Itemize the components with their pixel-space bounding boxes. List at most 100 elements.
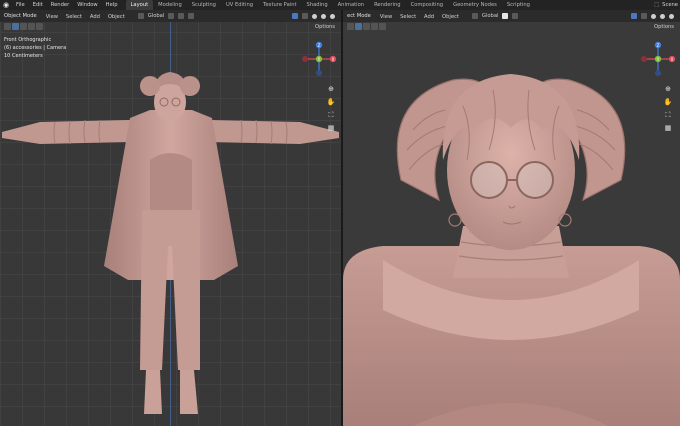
tab-layout[interactable]: Layout: [125, 0, 154, 10]
transform-orientation-icon[interactable]: [137, 13, 144, 19]
viewport-left[interactable]: Object Mode View Select Add Object Globa…: [0, 10, 341, 426]
zoom-icon[interactable]: ⊕: [663, 84, 673, 94]
tab-compositing[interactable]: Compositing: [406, 0, 449, 10]
tab-sculpting[interactable]: Sculpting: [187, 0, 221, 10]
scene-label: Scene: [662, 2, 678, 8]
overlay-icon[interactable]: [292, 13, 298, 19]
select-box-icon[interactable]: [12, 23, 19, 30]
transform-orientation-right[interactable]: Global: [482, 13, 499, 19]
zoom-icon[interactable]: ⊕: [326, 84, 336, 94]
transform-tools-right: Global: [470, 13, 521, 19]
snap-icon[interactable]: [178, 13, 185, 19]
nav-controls-right: ⊕ ✋ ⛶ ▦: [663, 84, 673, 136]
camera-icon[interactable]: ⛶: [326, 110, 336, 120]
select-invert-icon[interactable]: [379, 23, 386, 30]
transform-orientation-icon[interactable]: [471, 13, 478, 19]
select-subtract-icon[interactable]: [371, 23, 378, 30]
pan-hand-icon[interactable]: ✋: [326, 97, 336, 107]
gizmo-z-label: Z: [318, 43, 321, 48]
menu-add[interactable]: Add: [87, 14, 103, 20]
select-extend-icon[interactable]: [20, 23, 27, 30]
select-extend-icon[interactable]: [363, 23, 370, 30]
shading-solid-icon[interactable]: [312, 13, 317, 19]
shading-rendered-icon[interactable]: [330, 13, 335, 19]
proportional-icon[interactable]: [188, 13, 195, 19]
shading-tools: [290, 13, 337, 19]
gizmo-x-label: X: [332, 57, 335, 62]
gizmo-z-label: Z: [657, 43, 660, 48]
shading-material-icon[interactable]: [321, 13, 326, 19]
shading-tools-right: [629, 13, 676, 19]
tab-geometry-nodes[interactable]: Geometry Nodes: [448, 0, 502, 10]
tab-uv-editing[interactable]: UV Editing: [221, 0, 258, 10]
select-subtract-icon[interactable]: [28, 23, 35, 30]
menu-select[interactable]: Select: [63, 14, 85, 20]
menu-file[interactable]: File: [12, 0, 29, 10]
grid-icon[interactable]: ▦: [326, 123, 336, 133]
tab-modeling[interactable]: Modeling: [153, 0, 187, 10]
tab-scripting[interactable]: Scripting: [502, 0, 535, 10]
viewport-info: Front Orthographic (6) accessories | Cam…: [4, 36, 66, 60]
gizmo-y-label: Y: [317, 57, 321, 62]
select-mode-icon[interactable]: [347, 23, 354, 30]
grid-icon[interactable]: ▦: [663, 123, 673, 133]
viewport-menu: View Select Add Object: [43, 13, 128, 20]
workspace-tabs: Layout Modeling Sculpting UV Editing Tex…: [125, 0, 535, 10]
tab-animation[interactable]: Animation: [333, 0, 369, 10]
blender-logo-icon[interactable]: ◉: [0, 0, 12, 10]
menu-object[interactable]: Object: [105, 14, 128, 20]
tab-shading[interactable]: Shading: [302, 0, 333, 10]
top-menu-bar: ◉ File Edit Render Window Help Layout Mo…: [0, 0, 680, 10]
menu-add-right[interactable]: Add: [421, 14, 437, 20]
tool-header-left: [4, 23, 44, 30]
xray-icon[interactable]: [302, 13, 308, 19]
transform-tools: Global: [136, 13, 197, 19]
menu-edit[interactable]: Edit: [29, 0, 47, 10]
camera-icon[interactable]: ⛶: [663, 110, 673, 120]
menu-view-right[interactable]: View: [377, 14, 395, 20]
mode-selector[interactable]: Object Mode: [2, 13, 43, 19]
viewport-menu-right: View Select Add Object: [377, 13, 462, 20]
pivot-icon[interactable]: [168, 13, 175, 19]
tab-rendering[interactable]: Rendering: [369, 0, 406, 10]
menu-object-right[interactable]: Object: [439, 14, 462, 20]
viewport-header-left: Object Mode View Select Add Object Globa…: [0, 10, 341, 22]
options-dropdown[interactable]: Options: [315, 24, 335, 30]
scene-icon: ⬚: [654, 2, 660, 8]
viewport-right[interactable]: ect Mode View Select Add Object Global O…: [343, 10, 680, 426]
active-object: (6) accessories | Camera: [4, 45, 67, 51]
menu-window[interactable]: Window: [73, 0, 101, 10]
shading-material-icon[interactable]: [660, 13, 665, 19]
main-menu: File Edit Render Window Help: [12, 0, 122, 10]
mode-selector-right[interactable]: ect Mode: [345, 13, 377, 19]
tab-texture-paint[interactable]: Texture Paint: [258, 0, 301, 10]
grid-scale: 10 Centimeters: [4, 53, 43, 59]
snap-icon[interactable]: [502, 13, 509, 19]
transform-orientation[interactable]: Global: [148, 13, 165, 19]
menu-render[interactable]: Render: [47, 0, 73, 10]
gizmo-x-label: X: [671, 57, 674, 62]
select-invert-icon[interactable]: [36, 23, 43, 30]
gizmo-y-label: Y: [656, 57, 660, 62]
viewport-header-right: ect Mode View Select Add Object Global: [343, 10, 680, 22]
pan-hand-icon[interactable]: ✋: [663, 97, 673, 107]
shading-rendered-icon[interactable]: [669, 13, 674, 19]
menu-view[interactable]: View: [43, 14, 61, 20]
overlay-icon[interactable]: [631, 13, 637, 19]
view-name: Front Orthographic: [4, 37, 52, 43]
menu-select-right[interactable]: Select: [397, 14, 419, 20]
navigation-gizmo[interactable]: Z X Y: [300, 40, 338, 78]
character-model-front[interactable]: [0, 10, 341, 426]
menu-help[interactable]: Help: [102, 0, 122, 10]
navigation-gizmo-right[interactable]: Z X Y: [639, 40, 677, 78]
select-mode-icon[interactable]: [4, 23, 11, 30]
options-dropdown-right[interactable]: Options: [654, 24, 674, 30]
character-model-closeup[interactable]: [343, 10, 680, 426]
proportional-icon[interactable]: [512, 13, 519, 19]
scene-selector[interactable]: ⬚ Scene: [651, 0, 678, 10]
shading-solid-icon[interactable]: [651, 13, 656, 19]
tool-header-right: [347, 23, 387, 30]
xray-icon[interactable]: [641, 13, 647, 19]
nav-controls: ⊕ ✋ ⛶ ▦: [326, 84, 336, 136]
select-box-icon[interactable]: [355, 23, 362, 30]
